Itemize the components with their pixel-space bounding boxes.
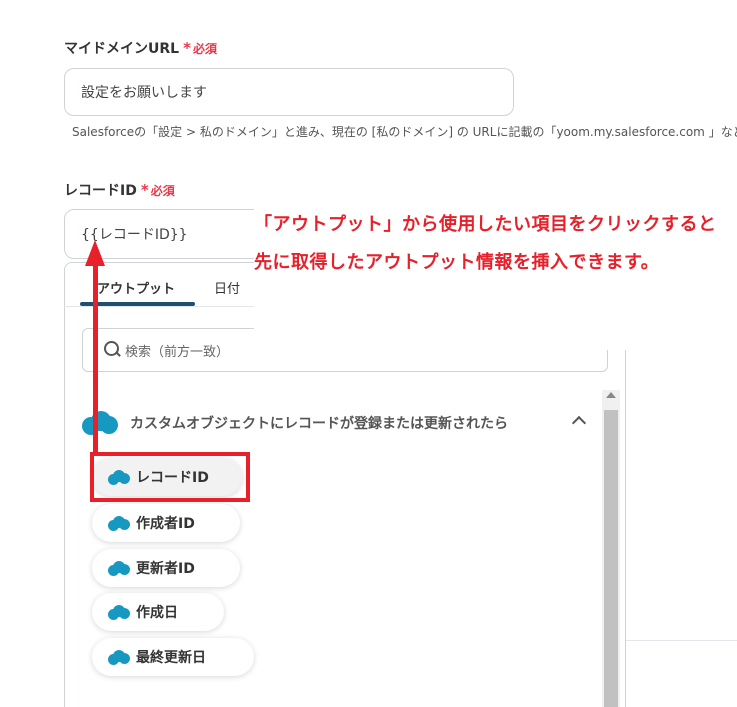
section-divider bbox=[626, 640, 737, 641]
record-id-label: レコードID * 必須 bbox=[64, 181, 175, 199]
domain-url-input[interactable]: 設定をお願いします bbox=[64, 68, 514, 116]
salesforce-cloud-icon bbox=[108, 515, 130, 531]
tab-date[interactable]: 日付 bbox=[214, 278, 240, 297]
tab-output[interactable]: アウトプット bbox=[97, 278, 175, 297]
domain-url-help: Salesforceの「設定 > 私のドメイン」と進み、現在の [私のドメイン]… bbox=[72, 125, 737, 139]
salesforce-cloud-icon bbox=[108, 649, 130, 665]
annotation-line-1: 「アウトプット」から使用したい項目をクリックすると bbox=[254, 214, 717, 235]
output-item-created-date[interactable]: 作成日 bbox=[92, 593, 224, 631]
output-item-updated-by-id[interactable]: 更新者ID bbox=[92, 549, 240, 587]
output-item-created-by-id[interactable]: 作成者ID bbox=[92, 504, 240, 542]
scroll-up-arrow-icon[interactable] bbox=[606, 392, 616, 398]
salesforce-cloud-icon bbox=[108, 604, 130, 620]
required-star: * bbox=[183, 39, 191, 57]
group-label: カスタムオブジェクトにレコードが登録または更新されたら bbox=[130, 416, 508, 432]
annotation-arrow-line bbox=[93, 262, 98, 452]
required-text: 必須 bbox=[150, 184, 175, 198]
search-icon bbox=[103, 340, 123, 360]
output-item-last-modified-date[interactable]: 最終更新日 bbox=[92, 638, 254, 676]
salesforce-cloud-icon bbox=[108, 560, 130, 576]
salesforce-cloud-icon bbox=[82, 411, 118, 435]
scrollbar-thumb[interactable] bbox=[604, 410, 618, 707]
required-text: 必須 bbox=[192, 42, 217, 56]
required-star: * bbox=[140, 181, 149, 199]
annotation-line-2: 先に取得したアウトプット情報を挿入できます。 bbox=[254, 252, 660, 273]
domain-url-label: マイドメインURL * 必須 bbox=[64, 39, 217, 57]
annotation-highlight-box bbox=[90, 452, 250, 502]
group-custom-object-trigger[interactable]: カスタムオブジェクトにレコードが登録または更新されたら bbox=[82, 406, 508, 440]
annotation-arrow-head-icon bbox=[85, 240, 105, 266]
